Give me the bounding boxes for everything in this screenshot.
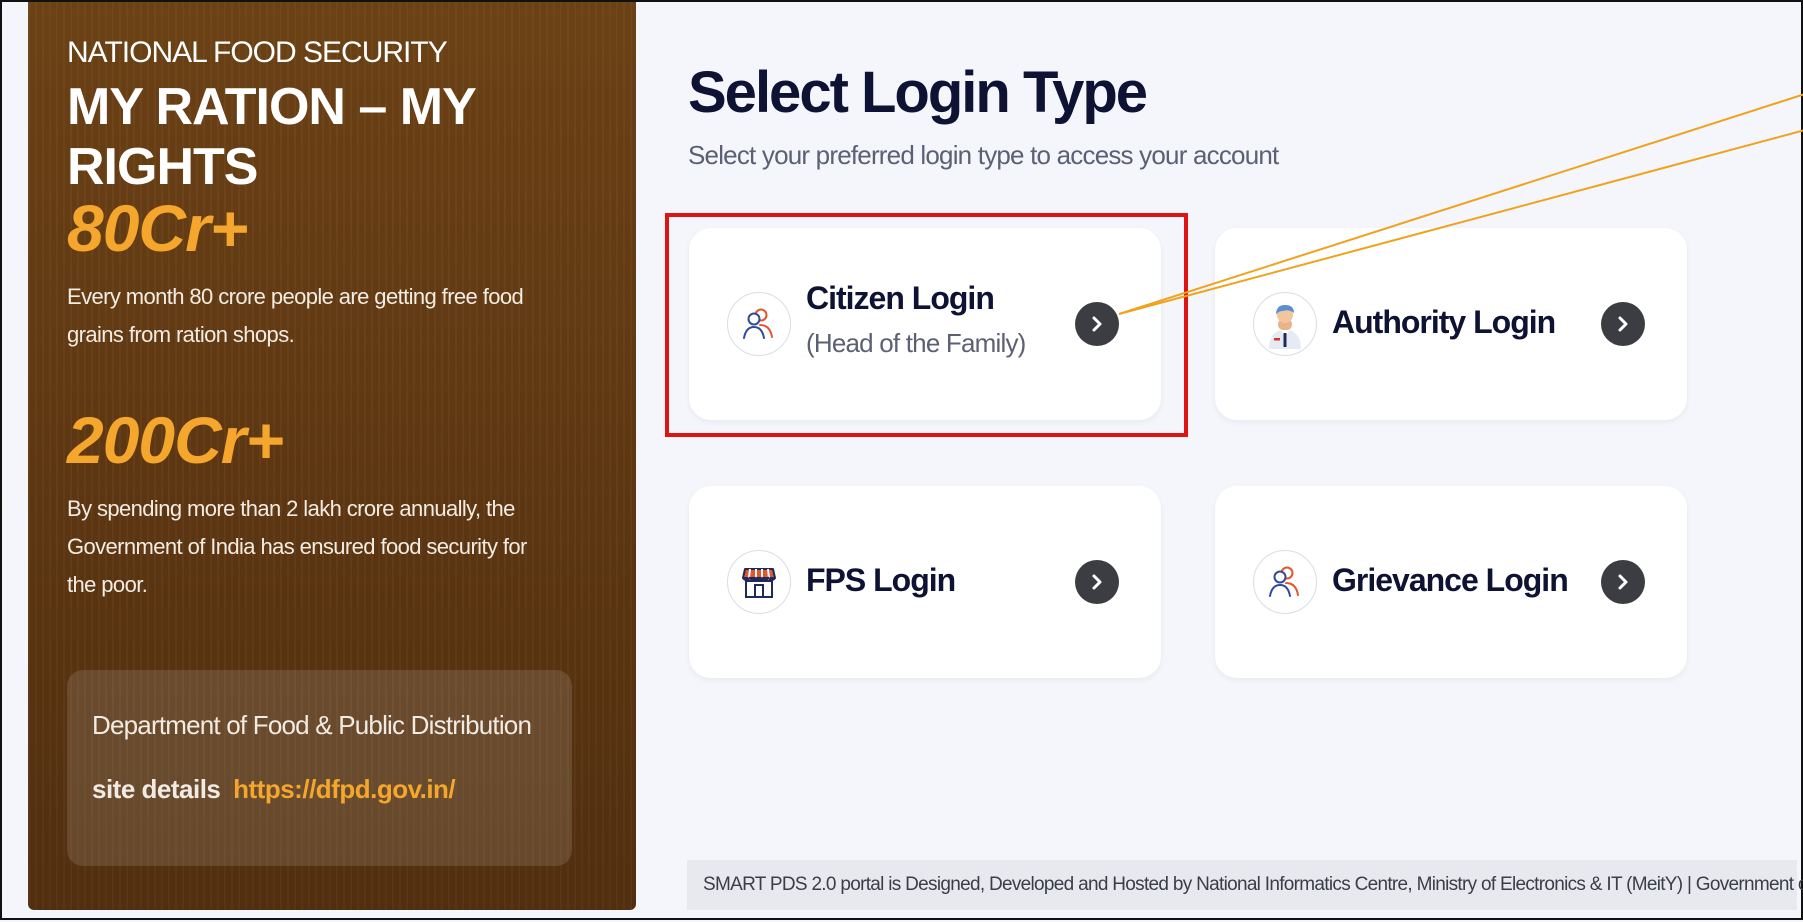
stat-description-people: Every month 80 crore people are getting …: [67, 284, 524, 347]
department-site-link[interactable]: https://dfpd.gov.in/: [233, 774, 456, 804]
chevron-right-icon: [1092, 574, 1102, 590]
stat-description-spending: By spending more than 2 lakh crore annua…: [67, 496, 527, 597]
fps-login-arrow-button[interactable]: [1075, 560, 1119, 604]
people-icon: [727, 292, 791, 356]
authority-login-label: Authority Login: [1332, 304, 1556, 340]
citizen-login-label: Citizen Login: [806, 280, 995, 316]
chevron-right-icon: [1618, 574, 1628, 590]
chevron-right-icon: [1618, 316, 1628, 332]
page-subtitle: Select your preferred login type to acce…: [688, 140, 1279, 170]
grievance-login-arrow-button[interactable]: [1601, 560, 1645, 604]
fps-login-label: FPS Login: [806, 562, 956, 598]
info-sidebar: NATIONAL FOOD SECURITY MY RATION – MY RI…: [28, 2, 636, 910]
citizen-login-sublabel: (Head of the Family): [806, 328, 1026, 358]
footer-text: SMART PDS 2.0 portal is Designed, Develo…: [703, 874, 1803, 895]
department-card: Department of Food & Public Distribution…: [67, 670, 572, 866]
site-details-label: site details: [92, 774, 221, 804]
sidebar-headline: MY RATION – MY RIGHTS: [67, 78, 476, 196]
people-icon: [1253, 550, 1317, 614]
grievance-login-label: Grievance Login: [1332, 562, 1569, 598]
fps-login-card[interactable]: FPS Login: [689, 486, 1161, 678]
stat-value-people: 80Cr+: [67, 191, 248, 265]
department-title: Department of Food & Public Distribution: [92, 710, 532, 740]
sidebar-kicker: NATIONAL FOOD SECURITY: [67, 36, 448, 69]
grievance-login-card[interactable]: Grievance Login: [1215, 486, 1687, 678]
authority-login-card[interactable]: Authority Login: [1215, 228, 1687, 420]
officer-icon: [1253, 292, 1317, 356]
chevron-right-icon: [1092, 316, 1102, 332]
citizen-login-card[interactable]: Citizen Login (Head of the Family): [689, 228, 1161, 420]
footer-bar: SMART PDS 2.0 portal is Designed, Develo…: [687, 860, 1803, 910]
citizen-login-arrow-button[interactable]: [1075, 302, 1119, 346]
authority-login-arrow-button[interactable]: [1601, 302, 1645, 346]
stat-value-spending: 200Cr+: [67, 403, 284, 477]
department-site-details: site details https://dfpd.gov.in/: [92, 774, 456, 805]
page-title: Select Login Type: [688, 60, 1148, 125]
shop-icon: [727, 550, 791, 614]
